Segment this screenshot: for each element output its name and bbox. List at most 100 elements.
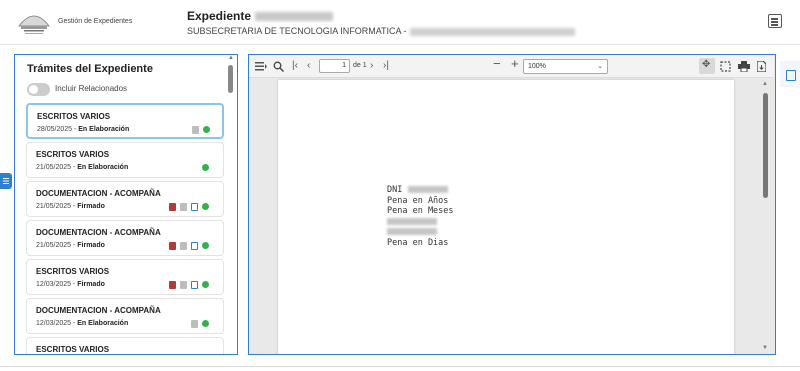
app-header: Gestión de Expedientes Expediente SUBSEC… bbox=[0, 0, 800, 45]
document-text: DNI Pena en Años Pena en Meses Pena en Dias bbox=[387, 185, 454, 248]
document-line: Pena en Años bbox=[387, 196, 454, 207]
tramite-date: 21/05/2025 - bbox=[36, 242, 76, 249]
panel-title: Trámites del Expediente bbox=[27, 63, 153, 75]
print-icon[interactable] bbox=[738, 61, 750, 72]
tramite-card[interactable]: DOCUMENTACION - ACOMPAÑA 21/05/2025 - Fir… bbox=[26, 220, 224, 256]
last-page-icon[interactable]: ›| bbox=[383, 60, 389, 72]
document-icon[interactable] bbox=[191, 320, 198, 328]
tramite-card[interactable]: ESCRITOS VARIOS 21/05/2025 - En Elaboraci… bbox=[26, 142, 224, 178]
document-line: Pena en Meses bbox=[387, 206, 454, 217]
download-icon[interactable] bbox=[757, 61, 766, 72]
pdf-viewer: |‹ ‹ 1 de 1 › ›| − + 100% ⌄ ✥ DNI Pena en … bbox=[248, 54, 776, 355]
tramite-title: ESCRITOS VARIOS bbox=[37, 112, 111, 121]
page-number-input[interactable]: 1 bbox=[319, 59, 350, 73]
tramite-meta: 21/05/2025 - Firmado bbox=[36, 203, 105, 210]
expediente-description-redacted bbox=[409, 27, 575, 36]
tramite-title: ESCRITOS VARIOS bbox=[36, 345, 110, 354]
incluir-relacionados-toggle[interactable] bbox=[27, 83, 50, 96]
tramite-meta: 28/05/2025 - En Elaboración bbox=[37, 126, 129, 133]
tramite-meta: 21/05/2025 - Firmado bbox=[36, 242, 105, 249]
scrollbar-thumb[interactable] bbox=[228, 65, 233, 93]
tramite-list: ESCRITOS VARIOS 28/05/2025 - En Elaboraci… bbox=[26, 103, 224, 354]
check-circle-icon bbox=[202, 203, 209, 210]
check-circle-icon bbox=[203, 126, 210, 133]
tramite-meta: 12/03/2025 - En Elaboración bbox=[36, 320, 128, 327]
tramite-card[interactable]: ESCRITOS VARIOS bbox=[26, 337, 224, 354]
pan-icon[interactable]: ✥ bbox=[702, 59, 710, 71]
tramite-status: En Elaboración bbox=[77, 320, 129, 327]
tramite-title: DOCUMENTACION - ACOMPAÑA bbox=[36, 228, 161, 237]
tramite-card[interactable]: ESCRITOS VARIOS 28/05/2025 - En Elaboraci… bbox=[26, 103, 224, 139]
zoom-value: 100% bbox=[528, 63, 546, 70]
expediente-title: Expediente bbox=[187, 9, 334, 23]
viewer-toolbar: |‹ ‹ 1 de 1 › ›| − + 100% ⌄ ✥ bbox=[249, 55, 774, 78]
tramite-title: DOCUMENTACION - ACOMPAÑA bbox=[36, 306, 161, 315]
pdf-file-icon[interactable] bbox=[169, 242, 176, 250]
tramite-status: Firmado bbox=[77, 203, 105, 210]
scroll-up-arrow-icon[interactable]: ▲ bbox=[227, 55, 235, 63]
tramite-date: 21/05/2025 - bbox=[36, 203, 76, 210]
expediente-title-label: Expediente bbox=[187, 9, 252, 23]
search-icon[interactable] bbox=[273, 61, 284, 72]
pdf-file-icon[interactable] bbox=[169, 281, 176, 289]
scroll-down-arrow-icon[interactable]: ▼ bbox=[762, 345, 768, 351]
tramite-card[interactable]: DOCUMENTACION - ACOMPAÑA 12/03/2025 - En … bbox=[26, 298, 224, 334]
document-line-label: Pena en Meses bbox=[387, 206, 454, 216]
document-icon[interactable] bbox=[180, 281, 187, 289]
pdf-file-icon[interactable] bbox=[169, 203, 176, 211]
document-line-label: Pena en Dias bbox=[387, 237, 449, 248]
zoom-in-icon[interactable]: + bbox=[511, 57, 519, 70]
tramite-date: 28/05/2025 - bbox=[37, 126, 77, 133]
toggle-label: Incluir Relacionados bbox=[55, 84, 128, 93]
check-circle-icon bbox=[202, 164, 209, 171]
details-menu-icon[interactable] bbox=[768, 14, 782, 28]
logo bbox=[18, 15, 50, 34]
page-count: de 1 bbox=[353, 62, 367, 69]
tramite-date: 12/03/2025 - bbox=[36, 320, 76, 327]
tramite-status: En Elaboración bbox=[78, 126, 130, 133]
document-line-label: Pena en Años bbox=[387, 195, 449, 206]
document-line bbox=[387, 217, 454, 228]
prev-page-icon[interactable]: ‹ bbox=[307, 60, 310, 72]
scroll-up-arrow-icon[interactable]: ▲ bbox=[762, 81, 768, 87]
tramite-card[interactable]: ESCRITOS VARIOS 12/03/2025 - Firmado bbox=[26, 259, 224, 295]
tramite-meta: 21/05/2025 - En Elaboración bbox=[36, 164, 128, 171]
tramite-title: ESCRITOS VARIOS bbox=[36, 267, 110, 276]
check-circle-icon bbox=[202, 320, 209, 327]
document-icon[interactable] bbox=[180, 242, 187, 250]
sidebar-toggle-icon[interactable] bbox=[0, 173, 12, 189]
expediente-subtitle: SUBSECRETARIA DE TECNOLOGIA INFORMATICA … bbox=[187, 26, 575, 36]
first-page-icon[interactable]: |‹ bbox=[292, 60, 298, 72]
footer-divider bbox=[0, 366, 800, 367]
document-icon[interactable] bbox=[192, 126, 199, 134]
tramite-status: Firmado bbox=[77, 281, 105, 288]
check-circle-icon bbox=[202, 281, 209, 288]
pdf-page: DNI Pena en Años Pena en Meses Pena en Dias bbox=[278, 80, 734, 354]
tramite-date: 21/05/2025 - bbox=[36, 164, 76, 171]
image-file-icon[interactable] bbox=[191, 203, 198, 211]
image-file-icon[interactable] bbox=[191, 281, 198, 289]
document-panel-icon[interactable] bbox=[780, 61, 800, 87]
chevron-down-icon: ⌄ bbox=[597, 63, 603, 70]
document-line: Pena en Dias bbox=[387, 238, 454, 249]
tramite-card[interactable]: DOCUMENTACION - ACOMPAÑA 21/05/2025 - Fir… bbox=[26, 181, 224, 217]
tramite-meta: 12/03/2025 - Firmado bbox=[36, 281, 105, 288]
tramite-status: Firmado bbox=[77, 242, 105, 249]
expediente-subtitle-label: SUBSECRETARIA DE TECNOLOGIA INFORMATICA … bbox=[187, 26, 407, 36]
zoom-select[interactable]: 100% ⌄ bbox=[523, 59, 608, 74]
redacted-value bbox=[387, 217, 437, 225]
viewer-scrollbar-thumb[interactable] bbox=[763, 93, 768, 198]
tramite-title: DOCUMENTACION - ACOMPAÑA bbox=[36, 189, 161, 198]
check-circle-icon bbox=[202, 242, 209, 249]
marquee-select-icon[interactable] bbox=[720, 61, 731, 72]
redacted-value bbox=[408, 186, 449, 193]
menu-icon[interactable] bbox=[255, 62, 267, 71]
zoom-out-icon[interactable]: − bbox=[493, 57, 501, 70]
document-icon[interactable] bbox=[180, 203, 187, 211]
brand-name: Gestión de Expedientes bbox=[58, 18, 133, 25]
expediente-number-redacted bbox=[255, 12, 334, 22]
next-page-icon[interactable]: › bbox=[370, 60, 373, 72]
redacted-value bbox=[387, 228, 437, 235]
image-file-icon[interactable] bbox=[191, 242, 198, 250]
document-line bbox=[387, 227, 454, 238]
